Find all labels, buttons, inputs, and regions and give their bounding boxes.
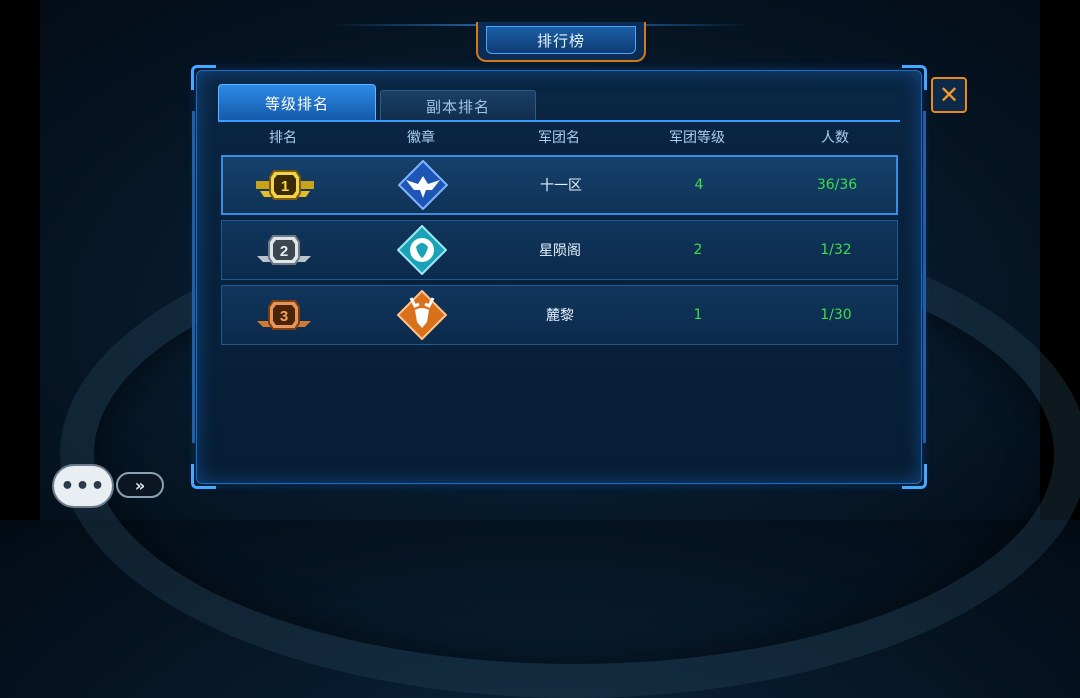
panel-side-bar: [192, 111, 195, 443]
table-row[interactable]: 1 十一区 4 36/36: [221, 155, 898, 215]
close-icon: ✕: [938, 81, 960, 109]
deer-emblem-icon: [397, 290, 447, 340]
header-emblem: 徽章: [407, 130, 435, 146]
header-members: 人数: [821, 130, 849, 146]
bronze-rank-badge: 3: [257, 300, 311, 330]
double-chevron-right-icon: »: [134, 475, 146, 495]
panel-corner: [902, 65, 927, 90]
chat-expand-button[interactable]: »: [116, 472, 164, 498]
member-count: 1/30: [820, 307, 852, 323]
header-legion-level: 军团等级: [669, 130, 725, 146]
chat-bubble-icon: •••: [60, 473, 106, 499]
window-title: 排行榜: [486, 26, 636, 54]
tab-underline: [218, 120, 900, 122]
lion-emblem-icon: [397, 225, 447, 275]
chat-button[interactable]: •••: [52, 464, 114, 508]
panel-side-bar: [923, 111, 926, 443]
tab-level-ranking[interactable]: 等级排名: [218, 84, 376, 122]
legion-name: 十一区: [540, 178, 582, 194]
table-row[interactable]: 2 星陨阁 2 1/32: [221, 220, 898, 280]
left-letterbox: [0, 0, 40, 520]
legion-name: 麓黎: [546, 308, 574, 324]
eagle-emblem-icon: [398, 160, 448, 210]
silver-rank-badge: 2: [257, 235, 311, 265]
member-count: 1/32: [820, 242, 852, 258]
close-button[interactable]: ✕: [931, 77, 967, 113]
rank-number: 2: [280, 243, 288, 260]
legion-level: 2: [693, 242, 703, 258]
chat-widget: ••• »: [52, 464, 164, 508]
table-header: 排名 徽章 军团名 军团等级 人数: [218, 124, 900, 150]
panel-corner: [191, 65, 216, 90]
gold-rank-badge: 1: [256, 170, 314, 200]
legion-level: 4: [694, 177, 704, 193]
member-count: 36/36: [816, 177, 858, 193]
rank-number: 1: [281, 178, 289, 195]
panel-corner: [191, 464, 216, 489]
header-rank: 排名: [269, 130, 297, 146]
header-legion-name: 军团名: [538, 130, 580, 146]
window-title-tab: 排行榜: [476, 22, 646, 62]
panel-corner: [902, 464, 927, 489]
rank-number: 3: [280, 308, 288, 325]
tab-dungeon-ranking[interactable]: 副本排名: [380, 90, 536, 122]
legion-name: 星陨阁: [539, 243, 581, 259]
table-row[interactable]: 3 麓黎 1 1/30: [221, 285, 898, 345]
legion-level: 1: [693, 307, 703, 323]
